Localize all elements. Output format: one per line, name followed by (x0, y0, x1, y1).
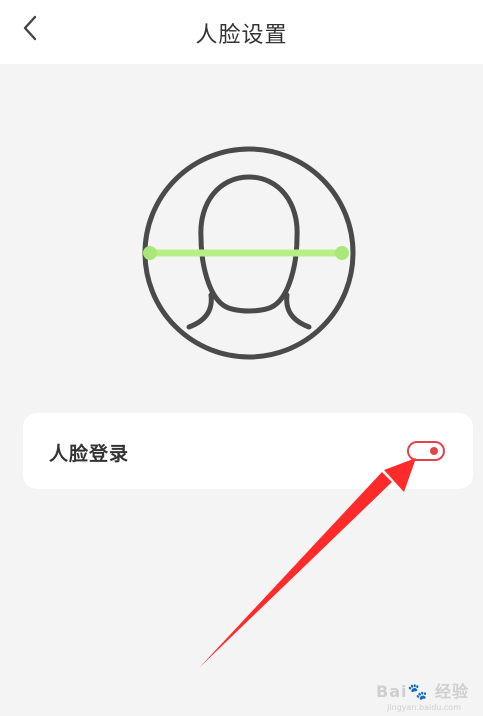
top-bar: 人脸设置 (0, 0, 483, 64)
face-scan-icon (141, 145, 357, 361)
watermark-url: jingyan.baidu.com (387, 703, 461, 712)
toggle-knob (430, 447, 438, 455)
face-login-label: 人脸登录 (49, 443, 130, 465)
face-login-toggle[interactable] (407, 441, 445, 461)
page-title: 人脸设置 (195, 23, 288, 48)
watermark-logo: Bai🐾 经验 (376, 682, 469, 701)
face-login-setting-row: 人脸登录 (23, 413, 473, 489)
